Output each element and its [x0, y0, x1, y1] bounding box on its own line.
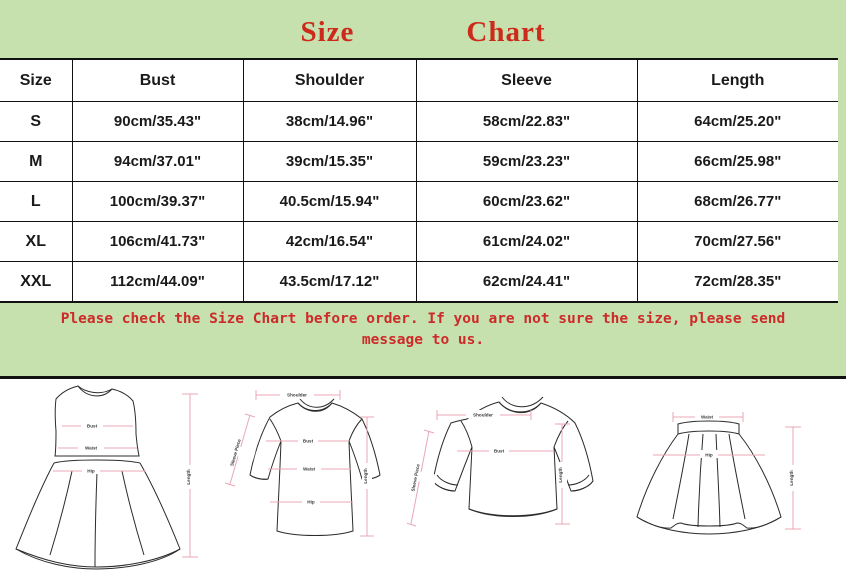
- cell-length: 64cm/25.20": [637, 101, 838, 142]
- title-word-size: Size: [300, 15, 355, 48]
- note-line-1: Please check the Size Chart before order…: [60, 311, 786, 327]
- cell-length: 68cm/26.77": [637, 181, 838, 222]
- sweater-bust-label: Bust: [494, 449, 505, 454]
- cell-sleeve: 61cm/24.02": [416, 221, 638, 262]
- cell-bust: 106cm/41.73": [72, 221, 244, 262]
- sweater-measure-lines: [407, 410, 570, 527]
- sweater-shoulder-label: Shoulder: [473, 413, 493, 418]
- column-header-size: Size: [0, 58, 73, 102]
- table-row: XXL 112cm/44.09" 43.5cm/17.12" 62cm/24.4…: [0, 261, 838, 303]
- table-row: L 100cm/39.37" 40.5cm/15.94" 60cm/23.62"…: [0, 181, 838, 222]
- illustration-long-sleeve-top: Shoulder Sleeve Piece Bust Waist Hip Len…: [222, 379, 407, 580]
- cell-sleeve: 62cm/24.41": [416, 261, 638, 303]
- cell-sleeve: 60cm/23.62": [416, 181, 638, 222]
- cell-bust: 112cm/44.09": [72, 261, 244, 303]
- dress-measure-lines: [53, 393, 198, 558]
- cell-length: 66cm/25.98": [637, 141, 838, 182]
- table-row: XL 106cm/41.73" 42cm/16.54" 61cm/24.02" …: [0, 221, 838, 262]
- size-chart-note: Please check the Size Chart before order…: [0, 303, 846, 351]
- cell-size: M: [0, 141, 73, 182]
- top-bust-label: Bust: [303, 439, 314, 444]
- skirt-outline: [636, 420, 782, 535]
- dress-waist-label: Waist: [85, 446, 98, 451]
- illustration-skirt: Waist Hip Length: [615, 379, 846, 580]
- top-diagram: Shoulder Sleeve Piece Bust Waist Hip Len…: [222, 390, 381, 537]
- dress-length-label: Length: [186, 469, 191, 485]
- garment-illustration-strip: Bust Waist Hip Length Shoulder Sleeve Pi…: [0, 379, 846, 580]
- dress-bust-label: Bust: [87, 424, 98, 429]
- column-header-length: Length: [637, 58, 838, 102]
- page-title: Size Chart: [0, 0, 846, 58]
- dress-diagram: Bust Waist Hip Length: [15, 385, 198, 570]
- cell-shoulder: 39cm/15.35": [243, 141, 417, 182]
- cell-size: S: [0, 101, 73, 142]
- illustration-sweater: Shoulder Sleeve Piece Bust Length: [407, 379, 615, 580]
- title-word-chart: Chart: [466, 15, 546, 48]
- size-chart-panel: Size Chart Size Bust Shoulder Sleeve Len…: [0, 0, 846, 379]
- cell-size: XL: [0, 221, 73, 262]
- skirt-waist-label: Waist: [701, 415, 714, 420]
- cell-bust: 90cm/35.43": [72, 101, 244, 142]
- illustration-dress: Bust Waist Hip Length: [0, 379, 222, 580]
- cell-size: L: [0, 181, 73, 222]
- top-length-label: Length: [363, 468, 368, 484]
- cell-length: 72cm/28.35": [637, 261, 838, 303]
- cell-size: XXL: [0, 261, 73, 303]
- cell-bust: 94cm/37.01": [72, 141, 244, 182]
- skirt-length-label: Length: [789, 470, 794, 486]
- table-row: S 90cm/35.43" 38cm/14.96" 58cm/22.83" 64…: [0, 101, 838, 142]
- skirt-diagram: Waist Hip Length: [636, 412, 801, 535]
- table-row: M 94cm/37.01" 39cm/15.35" 59cm/23.23" 66…: [0, 141, 838, 182]
- cell-length: 70cm/27.56": [637, 221, 838, 262]
- top-shoulder-label: Shoulder: [287, 393, 307, 398]
- column-header-shoulder: Shoulder: [243, 58, 417, 102]
- skirt-hip-label: Hip: [705, 453, 713, 458]
- dress-outline: [15, 385, 181, 570]
- sweater-length-label: Length: [558, 467, 563, 483]
- note-line-2: message to us.: [361, 332, 485, 349]
- size-table: Size Bust Shoulder Sleeve Length S 90cm/…: [0, 58, 838, 303]
- table-header-row: Size Bust Shoulder Sleeve Length: [0, 58, 838, 102]
- top-hip-label: Hip: [307, 500, 315, 505]
- column-header-bust: Bust: [72, 58, 244, 102]
- cell-shoulder: 42cm/16.54": [243, 221, 417, 262]
- sweater-diagram: Shoulder Sleeve Piece Bust Length: [407, 396, 594, 527]
- cell-shoulder: 43.5cm/17.12": [243, 261, 417, 303]
- cell-bust: 100cm/39.37": [72, 181, 244, 222]
- cell-shoulder: 38cm/14.96": [243, 101, 417, 142]
- cell-shoulder: 40.5cm/15.94": [243, 181, 417, 222]
- dress-hip-label: Hip: [87, 469, 95, 474]
- cell-sleeve: 59cm/23.23": [416, 141, 638, 182]
- top-waist-label: Waist: [303, 467, 316, 472]
- cell-sleeve: 58cm/22.83": [416, 101, 638, 142]
- column-header-sleeve: Sleeve: [416, 58, 638, 102]
